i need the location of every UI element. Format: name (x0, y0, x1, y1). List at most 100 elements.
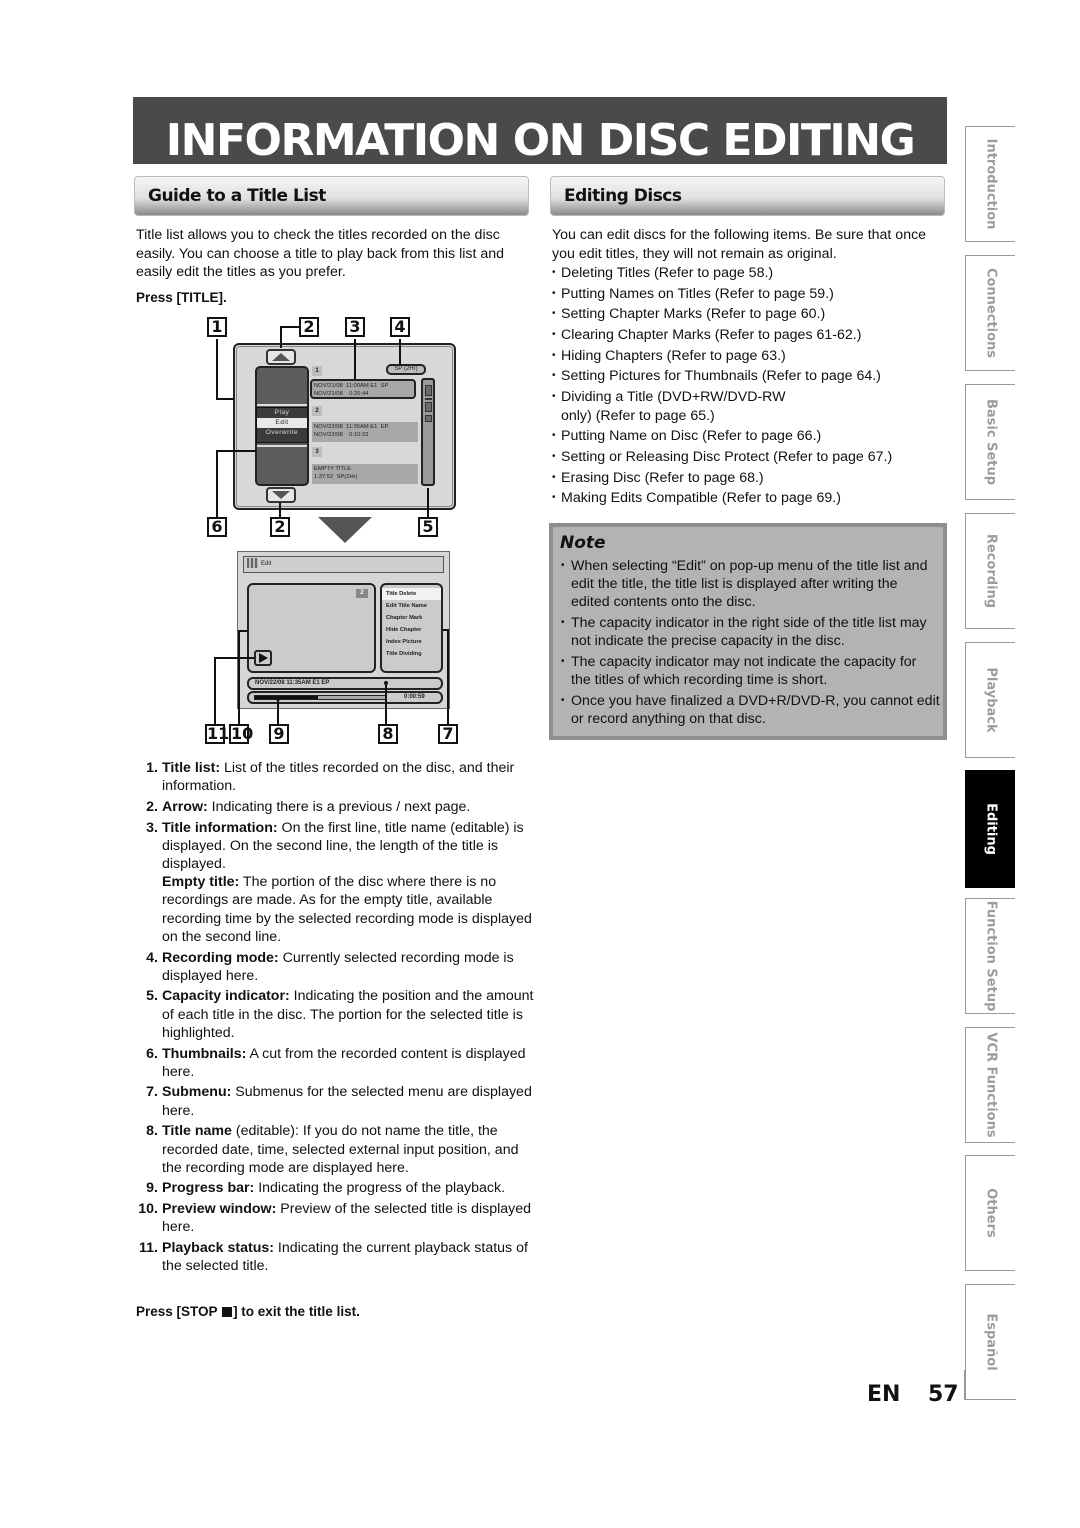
submenu-item-index-picture[interactable]: Index Picture (382, 636, 441, 648)
editing-item: Hiding Chapters (Refer to page 63.) (552, 347, 947, 366)
callout-8: 8 (378, 724, 398, 744)
callout-2-bottom: 2 (270, 517, 290, 537)
submenu-item-chapter-mark[interactable]: Chapter Mark (382, 612, 441, 624)
capacity-segment-selected (425, 398, 432, 400)
editing-item: Erasing Disc (Refer to page 68.) (552, 469, 947, 488)
play-icon (259, 653, 268, 663)
description-number: 1. (146, 760, 158, 776)
edit-screen-header: Edit (243, 556, 444, 573)
editing-items-list: Deleting Titles (Refer to page 58.) Putti… (552, 264, 947, 510)
press-stop-text: Press [STOP (136, 1304, 222, 1319)
leader-line (385, 684, 387, 724)
leader-line (216, 398, 234, 400)
preview-title-number: 2 (356, 589, 368, 598)
editing-item: Dividing a Title (DVD+RW/DVD-RW only) (R… (552, 388, 947, 425)
description-item: 5. Capacity indicator: Indicating the pos… (136, 987, 536, 1042)
description-number: 2. (146, 798, 158, 815)
description-number: 6. (146, 1045, 158, 1062)
leader-line (238, 630, 240, 724)
press-stop-instruction: Press [STOP ] to exit the title list. (136, 1304, 360, 1319)
leader-line (214, 657, 254, 659)
description-extra: Empty title: The portion of the disc whe… (162, 873, 536, 946)
description-item: 10. Preview window: Preview of the select… (136, 1200, 536, 1236)
description-label: Progress bar: (162, 1180, 255, 1197)
description-number: 8. (146, 1123, 158, 1140)
description-item: 1. Title list: List of the titles recorde… (136, 759, 536, 795)
editing-item: Deleting Titles (Refer to page 58.) (552, 264, 947, 283)
thumbnail-divider (257, 404, 307, 406)
popup-item-play[interactable]: Play (257, 408, 307, 418)
description-item: 7. Submenu: Submenus for the selected men… (136, 1083, 536, 1119)
note-item: When selecting “Edit” on pop-up menu of … (560, 557, 940, 612)
description-number: 4. (146, 949, 158, 966)
capacity-indicator (421, 378, 435, 486)
submenu: Title Delete Edit Title Name Chapter Mar… (380, 583, 443, 673)
editing-item: Setting or Releasing Disc Protect (Refer… (552, 448, 947, 467)
editing-intro: You can edit discs for the following ite… (552, 227, 927, 262)
leader-line (354, 339, 356, 379)
side-tab-label: Editing (983, 803, 998, 855)
description-extra-label: Empty title: (162, 874, 240, 891)
side-tab-label: Function Setup (983, 900, 998, 1012)
arrow-up-icon (272, 353, 290, 361)
callout-10: 10 (229, 724, 254, 744)
side-tab-introduction[interactable]: Introduction (965, 126, 1015, 242)
title-info[interactable]: NOV/22/08 11:35AM E1 EP NOV/22/08 0:10:3… (312, 422, 418, 442)
note-title: Note (560, 533, 606, 553)
leader-line (399, 339, 401, 365)
side-tab-playback[interactable]: Playback (965, 642, 1015, 758)
side-tab-editing[interactable]: Editing (965, 770, 1015, 888)
playback-time: 0:00:59 (404, 694, 425, 700)
title-info-selected[interactable]: NOV/21/08 11:00AM E1 SP NOV/21/08 0:20:4… (310, 379, 416, 399)
side-tab-label: Basic Setup (983, 398, 998, 486)
description-number: 11. (139, 1240, 158, 1257)
title-info-empty[interactable]: EMPTY TITLE 1:37:52 SP(2Hr) (312, 464, 418, 484)
page-corner-mark (964, 1370, 1016, 1400)
note-item: The capacity indicator may not indicate … (560, 653, 940, 689)
recording-mode-badge: SP (2Hr) (386, 364, 426, 375)
description-label: Title list: (162, 760, 221, 776)
description-label: Playback status: (162, 1240, 274, 1257)
press-title-instruction: Press [TITLE]. (136, 290, 227, 305)
title-info-line1: EMPTY TITLE (314, 466, 352, 472)
popup-item-edit[interactable]: Edit (257, 418, 307, 428)
description-item: 11. Playback status: Indicating the curre… (136, 1239, 536, 1275)
title-name-field: NOV/22/08 11:35AM E1 EP (247, 677, 443, 690)
side-tab-connections[interactable]: Connections (965, 255, 1015, 371)
language-label: EN (867, 1382, 901, 1407)
side-tab-vcr-functions[interactable]: VCR Functions (965, 1027, 1015, 1143)
leader-line (427, 488, 429, 517)
description-item: 6. Thumbnails: A cut from the recorded co… (136, 1045, 536, 1081)
capacity-segment (425, 402, 432, 412)
side-tab-recording[interactable]: Recording (965, 513, 1015, 629)
description-text: Indicating the progress of the playback. (254, 1180, 506, 1197)
submenu-item-title-delete[interactable]: Title Delete (382, 588, 441, 600)
submenu-item-edit-title-name[interactable]: Edit Title Name (382, 600, 441, 612)
description-label: Title name (162, 1123, 232, 1140)
description-label: Thumbnails: (162, 1045, 247, 1062)
callout-6: 6 (207, 517, 227, 537)
submenu-item-title-dividing[interactable]: Title Dividing (382, 648, 441, 660)
side-tab-basic-setup[interactable]: Basic Setup (965, 384, 1015, 500)
side-tab-label: Español (983, 1313, 998, 1371)
callout-7: 7 (438, 724, 458, 744)
section-heading-guide: Guide to a Title List (134, 176, 529, 216)
submenu-item-hide-chapter[interactable]: Hide Chapter (382, 624, 441, 636)
leader-line (216, 450, 256, 452)
popup-item-overwrite[interactable]: Overwrite (257, 428, 307, 438)
leader-line (277, 700, 279, 724)
section-heading-editing: Editing Discs (550, 176, 945, 216)
editing-item: Clearing Chapter Marks (Refer to pages 6… (552, 326, 947, 345)
description-label: Submenu: (162, 1084, 232, 1101)
callout-9: 9 (269, 724, 289, 744)
side-tab-label: Playback (983, 667, 998, 733)
callout-2: 2 (299, 317, 319, 337)
side-tab-function-setup[interactable]: Function Setup (965, 898, 1015, 1014)
page-title: INFORMATION ON DISC EDITING (165, 115, 916, 166)
popup-menu: Play Edit Overwrite (256, 407, 308, 443)
callout-3: 3 (345, 317, 365, 337)
guide-intro: Title list allows you to check the title… (136, 227, 505, 280)
leader-line (280, 326, 300, 328)
side-tab-others[interactable]: Others (965, 1155, 1015, 1271)
editing-item: Putting Name on Disc (Refer to page 66.) (552, 427, 947, 446)
